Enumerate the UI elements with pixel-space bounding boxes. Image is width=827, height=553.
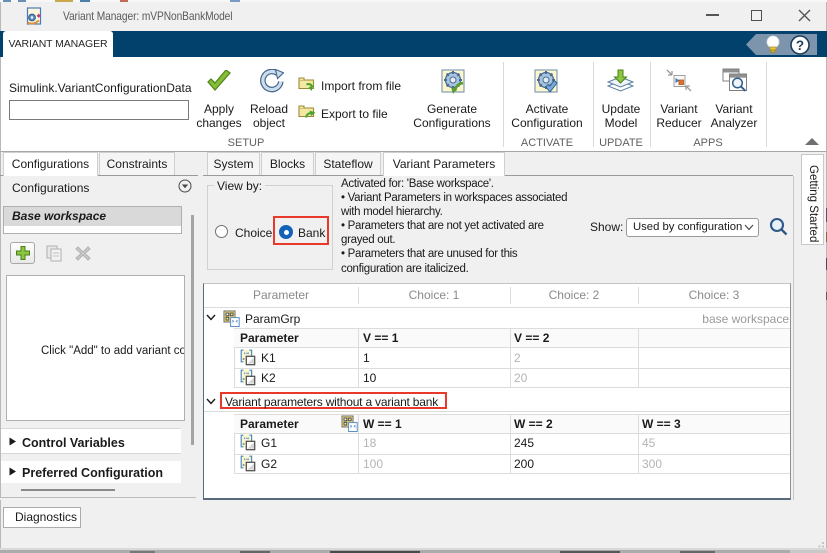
svg-text:?: ?	[796, 38, 804, 53]
